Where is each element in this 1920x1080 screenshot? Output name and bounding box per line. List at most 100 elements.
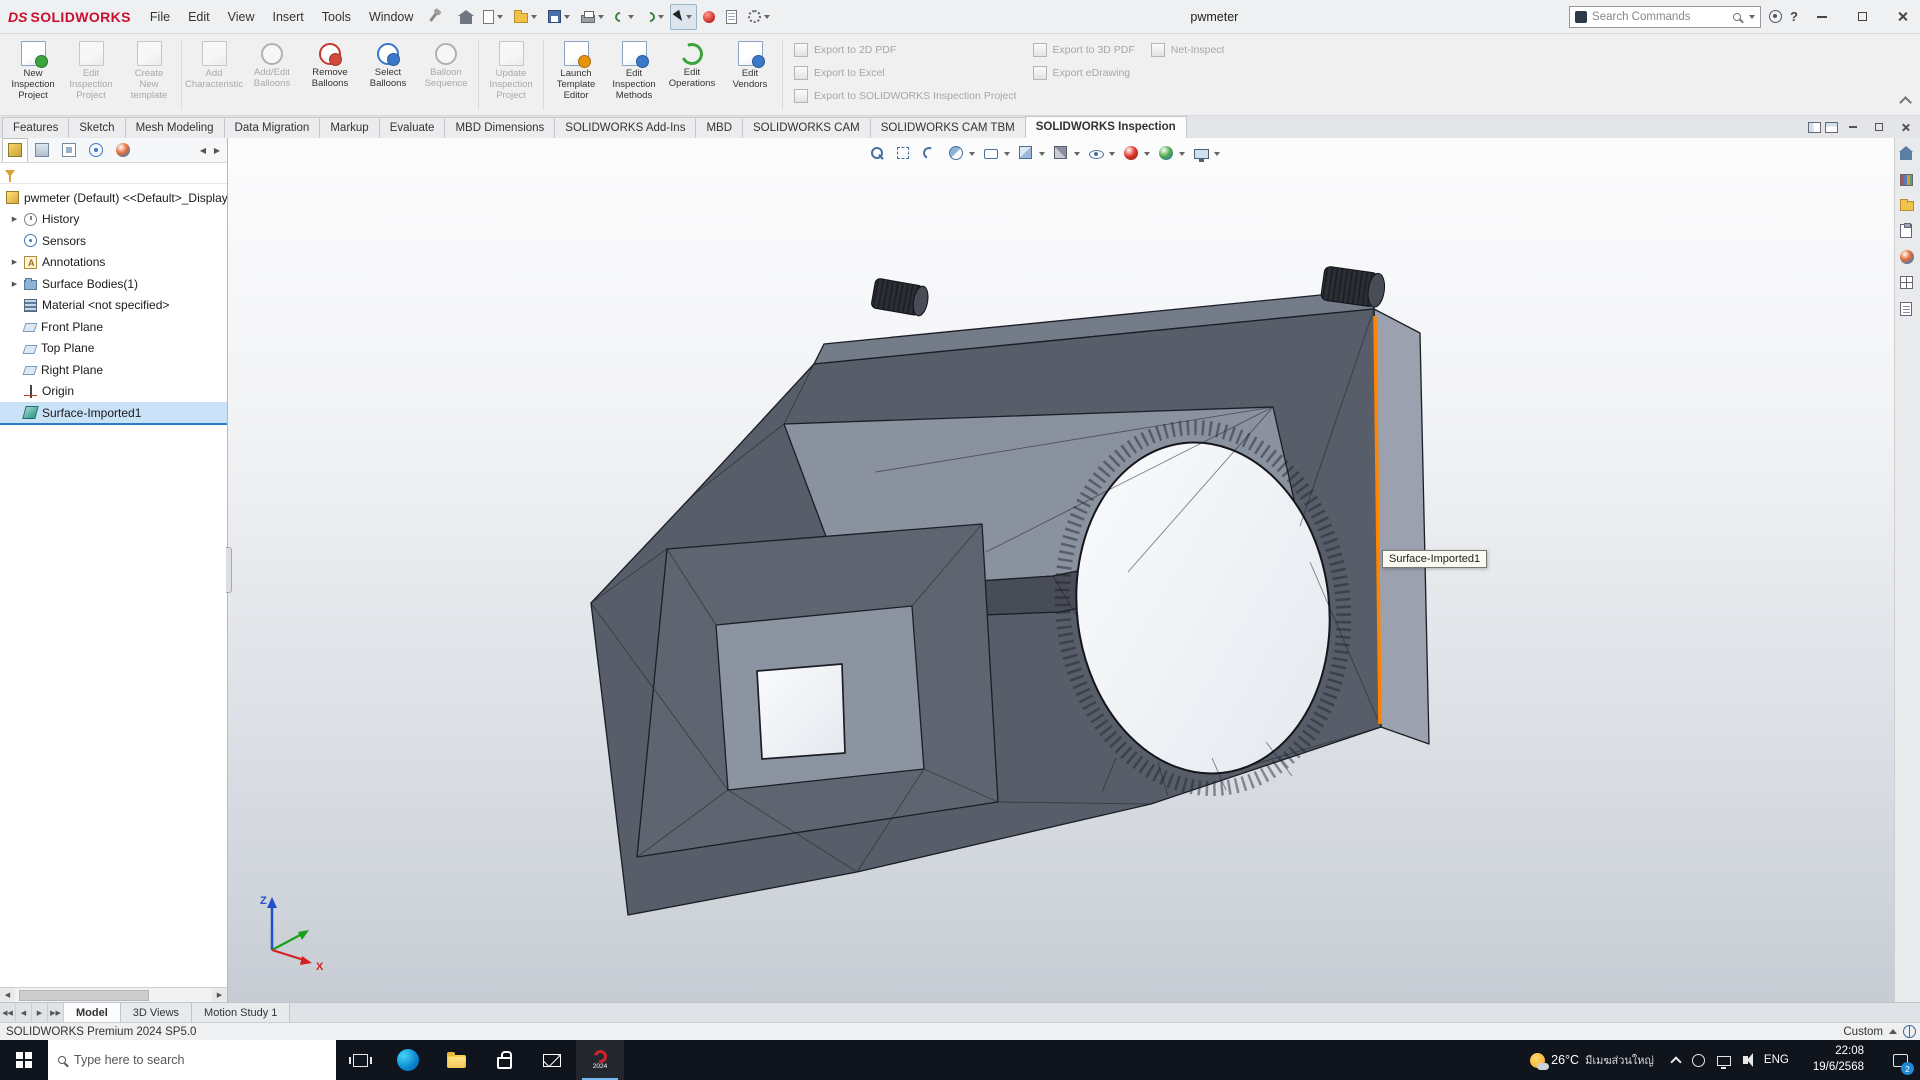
display-manager-tab[interactable] <box>110 138 136 162</box>
save-button[interactable] <box>543 4 575 30</box>
select-balloons-button[interactable]: Select Balloons <box>359 37 417 113</box>
custom-properties-button[interactable] <box>1900 276 1915 291</box>
section-view-button[interactable] <box>946 142 978 166</box>
tree-item-sensors[interactable]: Sensors <box>0 230 227 252</box>
command-search-box[interactable]: Search Commands <box>1569 6 1761 28</box>
hidden-icons-chevron-icon[interactable] <box>1670 1056 1681 1067</box>
taskbar-search-box[interactable]: Type here to search <box>48 1040 336 1080</box>
3d-model[interactable]: ygon points="629,618 688,614 690,652 631… <box>228 138 1893 1002</box>
solidworks-resources-button[interactable] <box>1900 146 1915 161</box>
edge-app-button[interactable] <box>384 1040 432 1080</box>
tree-item-history[interactable]: ▶ History <box>0 209 227 231</box>
mail-app-button[interactable] <box>528 1040 576 1080</box>
edit-appearance-button[interactable] <box>1121 142 1153 166</box>
create-new-template-button[interactable]: Create New template <box>120 37 178 113</box>
annotation-views-button[interactable] <box>981 142 1013 166</box>
expand-chevron-icon[interactable]: ▶ <box>10 258 19 266</box>
menu-view[interactable]: View <box>219 0 264 34</box>
ribbon-collapse-chevron-icon[interactable] <box>1899 96 1912 109</box>
file-explorer-app-button[interactable] <box>432 1040 480 1080</box>
forum-button[interactable] <box>1900 302 1915 317</box>
weather-widget[interactable]: 26°C มีเมฆส่วนใหญ่ <box>1520 1040 1664 1080</box>
speaker-icon[interactable] <box>1743 1056 1748 1064</box>
user-account-icon[interactable] <box>1769 10 1782 23</box>
hide-show-items-button[interactable] <box>1086 142 1118 166</box>
tab-mesh-modeling[interactable]: Mesh Modeling <box>125 117 225 138</box>
tree-item-material[interactable]: Material <not specified> <box>0 295 227 317</box>
action-center-button[interactable]: 2 <box>1880 1040 1920 1080</box>
menu-tools[interactable]: Tools <box>313 0 360 34</box>
input-language-indicator[interactable]: ENG <box>1760 1054 1793 1066</box>
minimize-button[interactable] <box>1806 3 1838 31</box>
previous-view-button[interactable] <box>920 142 943 166</box>
globe-icon[interactable] <box>1903 1025 1916 1038</box>
tab-sketch[interactable]: Sketch <box>68 117 125 138</box>
tab-solidworks-inspection[interactable]: SOLIDWORKS Inspection <box>1025 116 1187 138</box>
remove-balloons-button[interactable]: Remove Balloons <box>301 37 359 113</box>
menu-file[interactable]: File <box>141 0 179 34</box>
chevron-up-icon[interactable] <box>1889 1029 1897 1034</box>
close-button[interactable] <box>1886 3 1918 31</box>
menu-edit[interactable]: Edit <box>179 0 219 34</box>
menu-insert[interactable]: Insert <box>263 0 312 34</box>
tab-mbd-dimensions[interactable]: MBD Dimensions <box>444 117 555 138</box>
file-explorer-button[interactable] <box>1900 198 1915 213</box>
select-tool-button[interactable] <box>670 4 697 30</box>
tree-item-surface-imported1[interactable]: Surface-Imported1 <box>0 402 227 425</box>
edit-inspection-methods-button[interactable]: Edit Inspection Methods <box>605 37 663 113</box>
add-characteristic-button[interactable]: Add Characteristic <box>185 37 243 113</box>
tree-item-annotations[interactable]: ▶ Annotations <box>0 252 227 274</box>
menu-window[interactable]: Window <box>360 0 422 34</box>
configuration-manager-tab[interactable] <box>56 138 82 162</box>
undo-button[interactable] <box>610 4 639 30</box>
new-inspection-project-button[interactable]: New Inspection Project <box>4 37 62 113</box>
update-inspection-project-button[interactable]: Update Inspection Project <box>482 37 540 113</box>
property-manager-tab[interactable] <box>29 138 55 162</box>
tree-item-surface-bodies[interactable]: ▶ Surface Bodies(1) <box>0 273 227 295</box>
zoom-to-area-button[interactable] <box>894 142 917 166</box>
export-to-excel-button[interactable]: Export to Excel <box>794 66 1017 80</box>
tab-solidworks-cam[interactable]: SOLIDWORKS CAM <box>742 117 871 138</box>
tab-solidworks-add-ins[interactable]: SOLIDWORKS Add-Ins <box>554 117 696 138</box>
tree-item-right-plane[interactable]: Right Plane <box>0 359 227 381</box>
tab-features[interactable]: Features <box>2 117 69 138</box>
new-document-button[interactable] <box>478 4 508 30</box>
pane-split-horizontal-icon[interactable] <box>1825 122 1838 133</box>
tab-markup[interactable]: Markup <box>319 117 379 138</box>
tab-motion-study[interactable]: Motion Study 1 <box>192 1003 290 1022</box>
doc-minimize-button[interactable] <box>1842 118 1864 136</box>
tab-model[interactable]: Model <box>64 1003 121 1022</box>
first-tab-arrow-icon[interactable]: ◀◀ <box>0 1003 16 1022</box>
scrollbar-thumb[interactable] <box>19 990 149 1001</box>
scroll-right-icon[interactable]: ▶ <box>211 146 223 155</box>
open-button[interactable] <box>509 4 542 30</box>
options-button[interactable] <box>743 4 775 30</box>
tab-data-migration[interactable]: Data Migration <box>224 117 321 138</box>
filter-funnel-icon[interactable] <box>5 170 15 177</box>
solidworks-app-button[interactable]: 2024 <box>576 1040 624 1080</box>
tab-evaluate[interactable]: Evaluate <box>379 117 446 138</box>
network-icon[interactable] <box>1717 1056 1731 1066</box>
redo-button[interactable] <box>640 4 669 30</box>
expand-chevron-icon[interactable]: ▶ <box>10 280 19 288</box>
add-edit-balloons-button[interactable]: Add/Edit Balloons <box>243 37 301 113</box>
unit-system-label[interactable]: Custom <box>1843 1026 1883 1038</box>
taskbar-clock[interactable]: 22:08 19/6/2568 <box>1805 1044 1872 1075</box>
balloon-sequence-button[interactable]: Balloon Sequence <box>417 37 475 113</box>
export-to-3d-pdf-button[interactable]: Export to 3D PDF <box>1033 43 1135 57</box>
start-button[interactable] <box>0 1040 48 1080</box>
appearances-scenes-button[interactable] <box>1900 250 1915 265</box>
store-app-button[interactable] <box>480 1040 528 1080</box>
home-button[interactable] <box>455 4 477 30</box>
tab-mbd[interactable]: MBD <box>695 117 743 138</box>
dimxpert-manager-tab[interactable] <box>83 138 109 162</box>
pin-menu-icon[interactable] <box>430 12 439 22</box>
view-palette-button[interactable] <box>1900 224 1915 239</box>
apply-scene-button[interactable] <box>1156 142 1188 166</box>
tab-3d-views[interactable]: 3D Views <box>121 1003 192 1022</box>
launch-template-editor-button[interactable]: Launch Template Editor <box>547 37 605 113</box>
edit-inspection-project-button[interactable]: Edit Inspection Project <box>62 37 120 113</box>
last-tab-arrow-icon[interactable]: ▶▶ <box>48 1003 64 1022</box>
doc-restore-button[interactable] <box>1868 118 1890 136</box>
doc-close-button[interactable] <box>1894 118 1916 136</box>
